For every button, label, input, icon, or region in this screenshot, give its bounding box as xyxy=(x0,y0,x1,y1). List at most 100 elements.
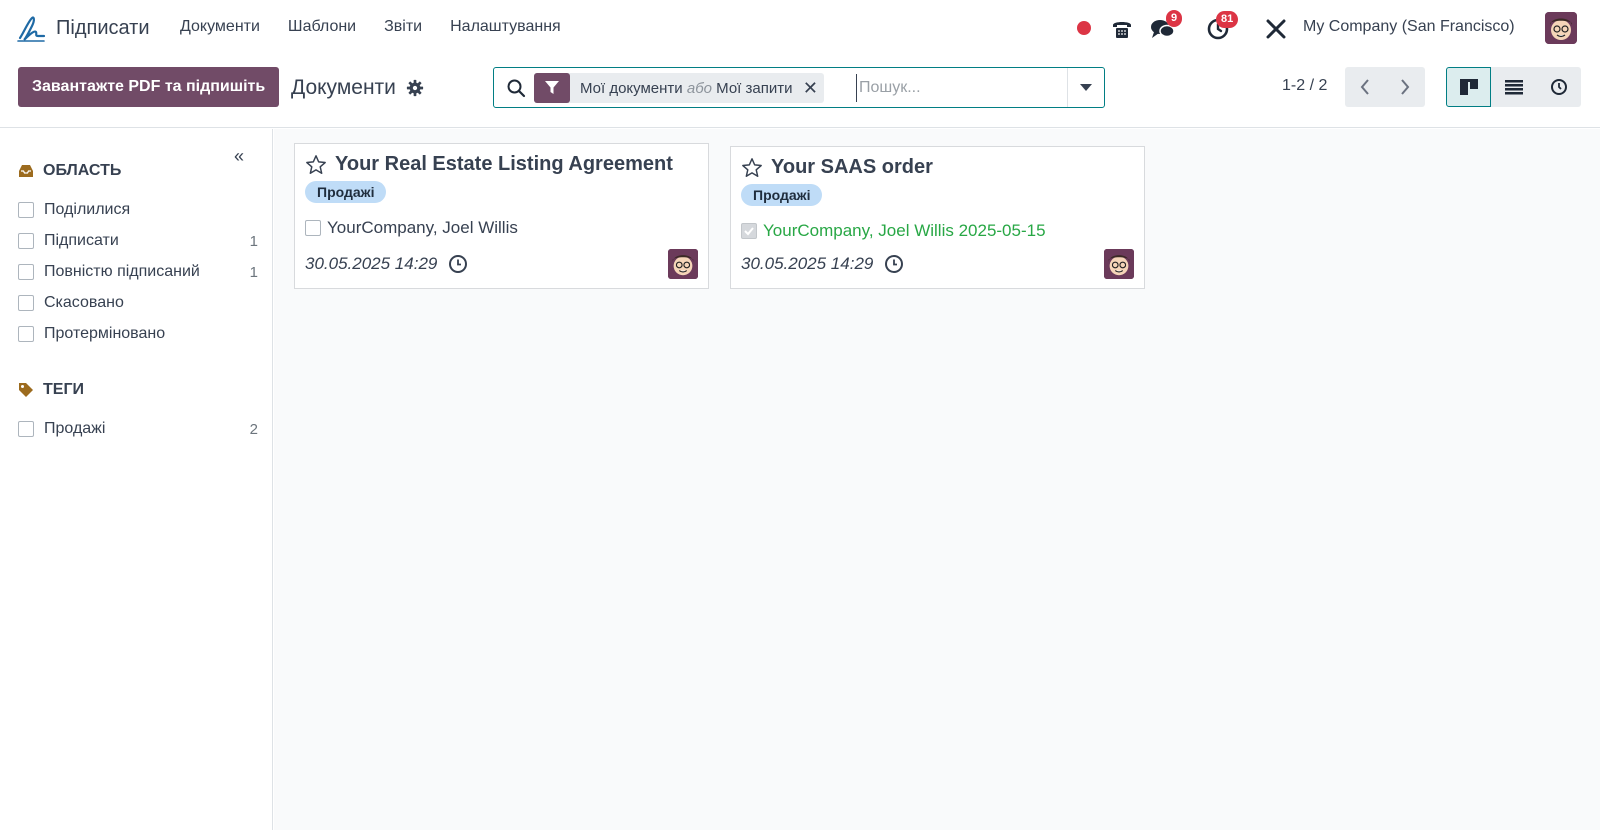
main-menu: Документи Шаблони Звіти Налаштування xyxy=(180,18,561,36)
kanban-area: Your Real Estate Listing Agreement Прода… xyxy=(274,129,1600,830)
tools-icon xyxy=(1266,19,1286,39)
filter-count: 1 xyxy=(249,232,258,250)
card-user-avatar[interactable] xyxy=(1104,249,1134,279)
chevron-left-icon xyxy=(1360,79,1369,95)
checkbox[interactable] xyxy=(18,421,34,437)
checkbox[interactable] xyxy=(18,202,34,218)
filter-tag-sales[interactable]: Продажі 2 xyxy=(18,418,258,440)
card-title: Your SAAS order xyxy=(771,156,933,178)
inbox-icon xyxy=(19,165,33,177)
search-icon[interactable] xyxy=(506,78,526,98)
card-date: 30.05.2025 14:29 xyxy=(741,254,874,273)
filter-label: Скасовано xyxy=(44,294,124,311)
pager-next-button[interactable] xyxy=(1385,67,1425,107)
filter-facet-icon xyxy=(534,73,570,103)
star-icon[interactable] xyxy=(741,157,763,179)
messages-badge: 9 xyxy=(1166,10,1183,27)
app-name: Підписати xyxy=(56,16,150,39)
activity-clock-icon[interactable] xyxy=(448,254,468,274)
control-panel: Завантажте PDF та підпишіть Документи Мо… xyxy=(0,58,1600,128)
filter-count: 2 xyxy=(249,420,258,438)
debug-tools-button[interactable] xyxy=(1265,18,1287,40)
signers-text: YourCompany, Joel Willis xyxy=(327,218,518,237)
filter-cancelled[interactable]: Скасовано xyxy=(18,292,258,314)
sign-app-logo-icon xyxy=(17,16,46,42)
facet-value-my-documents: Мої документи xyxy=(580,79,683,97)
section-tags-title: ТЕГИ xyxy=(18,381,84,399)
recording-indicator[interactable] xyxy=(1077,21,1091,35)
activity-clock-icon[interactable] xyxy=(884,254,904,274)
list-view-button[interactable] xyxy=(1491,67,1536,107)
chevron-right-icon xyxy=(1401,79,1410,95)
app-brand[interactable]: Підписати xyxy=(16,12,150,44)
card-tag: Продажі xyxy=(305,181,387,203)
user-avatar-icon xyxy=(1545,12,1577,44)
kanban-view-button[interactable] xyxy=(1446,67,1491,107)
menu-reports[interactable]: Звіти xyxy=(384,18,422,36)
phone-button[interactable] xyxy=(1110,17,1134,41)
caret-down-icon xyxy=(1080,83,1092,91)
card-user-avatar[interactable] xyxy=(668,249,698,279)
filter-expired[interactable]: Протерміновано xyxy=(18,323,258,345)
remove-facet-close-icon[interactable]: ✕ xyxy=(802,78,824,99)
card-signers: YourCompany, Joel Willis 2025-05-15 xyxy=(741,221,1046,241)
filter-shared[interactable]: Поділилися xyxy=(18,199,258,221)
kanban-icon xyxy=(1459,79,1478,95)
menu-settings[interactable]: Налаштування xyxy=(450,18,561,36)
tag-icon xyxy=(19,383,33,397)
menu-templates[interactable]: Шаблони xyxy=(288,18,356,36)
check-icon xyxy=(744,227,754,236)
filter-sidebar: « ОБЛАСТЬ Поділилися Підписати 1 Повніст… xyxy=(0,129,273,830)
pager-value[interactable]: 1-2 / 2 xyxy=(1282,77,1327,95)
user-avatar[interactable] xyxy=(1545,12,1577,44)
record-dot-icon xyxy=(1077,21,1091,35)
breadcrumb: Документи xyxy=(291,76,424,100)
card-title: Your Real Estate Listing Agreement xyxy=(335,153,673,175)
search-input[interactable] xyxy=(856,74,1056,102)
section-tags-label: ТЕГИ xyxy=(43,381,85,398)
checkbox[interactable] xyxy=(18,295,34,311)
filter-label: Повністю підписаний xyxy=(44,263,200,280)
kanban-card[interactable]: Your Real Estate Listing Agreement Прода… xyxy=(294,143,709,289)
messages-button[interactable]: 9 xyxy=(1150,10,1183,42)
filter-count: 1 xyxy=(249,263,258,281)
list-icon xyxy=(1504,80,1523,95)
section-area-title: ОБЛАСТЬ xyxy=(18,162,121,180)
pager-previous-button[interactable] xyxy=(1345,67,1385,107)
user-avatar-icon xyxy=(1104,249,1134,279)
phone-icon xyxy=(1113,22,1131,38)
signers-checkbox xyxy=(741,223,757,239)
menu-documents[interactable]: Документи xyxy=(180,18,260,36)
card-tag: Продажі xyxy=(741,184,823,206)
activities-button[interactable]: 81 xyxy=(1206,11,1239,41)
search-options-toggle[interactable] xyxy=(1067,68,1104,107)
card-date: 30.05.2025 14:29 xyxy=(305,254,438,273)
page-title: Документи xyxy=(291,76,396,99)
activities-badge: 81 xyxy=(1216,11,1239,28)
filter-label: Підписати xyxy=(44,232,119,249)
search-bar: Мої документи або Мої запити ✕ xyxy=(493,67,1105,108)
signers-text: YourCompany, Joel Willis 2025-05-15 xyxy=(763,221,1046,240)
filter-label: Поділилися xyxy=(44,201,131,218)
pager-buttons xyxy=(1345,67,1425,107)
company-switcher[interactable]: My Company (San Francisco) xyxy=(1303,18,1515,36)
facet-or: або xyxy=(686,79,712,97)
user-avatar-icon xyxy=(668,249,698,279)
top-navbar: Підписати Документи Шаблони Звіти Налашт… xyxy=(0,0,1600,58)
star-icon[interactable] xyxy=(305,154,327,176)
gear-icon[interactable] xyxy=(406,79,424,97)
filter-to-sign[interactable]: Підписати 1 xyxy=(18,230,258,252)
checkbox[interactable] xyxy=(18,264,34,280)
upload-pdf-sign-button[interactable]: Завантажте PDF та підпишіть xyxy=(18,67,280,107)
search-facet: Мої документи або Мої запити ✕ xyxy=(534,73,825,103)
facet-label: Мої документи або Мої запити xyxy=(570,80,802,97)
filter-fully-signed[interactable]: Повністю підписаний 1 xyxy=(18,261,258,283)
collapse-sidebar-icon[interactable]: « xyxy=(234,146,244,167)
card-signers: YourCompany, Joel Willis xyxy=(305,218,518,238)
signers-checkbox xyxy=(305,220,321,236)
activity-view-button[interactable] xyxy=(1536,67,1581,107)
checkbox[interactable] xyxy=(18,233,34,249)
clock-icon xyxy=(1550,79,1567,95)
checkbox[interactable] xyxy=(18,326,34,342)
kanban-card[interactable]: Your SAAS order Продажі YourCompany, Joe… xyxy=(730,146,1145,289)
